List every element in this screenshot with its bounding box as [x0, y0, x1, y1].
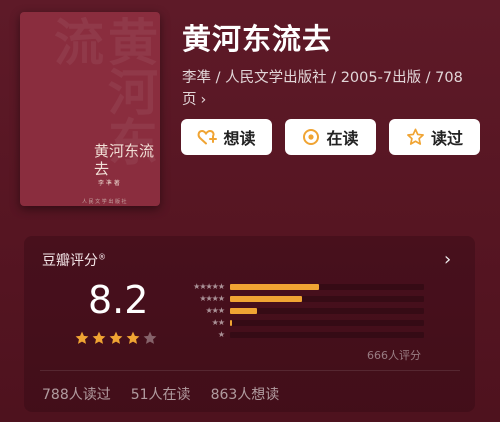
histogram-track — [230, 320, 424, 326]
reading-count[interactable]: 51人在读 — [131, 384, 191, 404]
star-filled-icon — [125, 330, 141, 350]
histogram-bar — [230, 296, 302, 302]
star-empty-icon — [142, 330, 158, 350]
book-title: 黄河东流去 — [182, 22, 333, 56]
book-meta-link[interactable]: 李凖 / 人民文学出版社 / 2005-7出版 / 708页 › — [182, 67, 482, 111]
star-outline-icon — [406, 128, 425, 146]
star-filled-icon — [108, 330, 124, 350]
histogram-track — [230, 308, 424, 314]
rating-label-text: 豆瓣评分 — [42, 253, 98, 269]
cover-author: 李 凖 著 — [98, 180, 120, 187]
book-cover[interactable]: 黄河东流 黄河东流去 李 凖 著 人 民 文 学 出 版 社 — [20, 12, 160, 206]
want-to-read-label: 想读 — [223, 129, 256, 148]
cover-title: 黄河东流去 — [94, 142, 155, 178]
want-to-read-button[interactable]: 想读 — [181, 119, 272, 155]
histogram-bar — [230, 320, 232, 326]
have-read-button[interactable]: 读过 — [389, 119, 480, 155]
cover-publisher: 人 民 文 学 出 版 社 — [82, 199, 127, 205]
book-meta-text: 李凖 / 人民文学出版社 / 2005-7出版 / 708页 — [182, 70, 463, 108]
reading-button[interactable]: 在读 — [285, 119, 376, 155]
histogram-star-label: ★ — [217, 329, 225, 339]
target-icon — [302, 128, 320, 146]
histogram-star-label: ★★ — [211, 317, 225, 327]
rating-stars — [74, 330, 158, 350]
histogram-row: ★ — [174, 329, 424, 339]
raters-count[interactable]: 666人评分 — [367, 347, 421, 363]
want-count[interactable]: 863人想读 — [211, 384, 280, 404]
histogram-row: ★★★ — [174, 305, 424, 315]
reading-label: 在读 — [326, 129, 359, 148]
star-filled-icon — [91, 330, 107, 350]
star-filled-icon — [74, 330, 90, 350]
reader-stats: 788人读过 51人在读 863人想读 — [42, 384, 279, 404]
read-count[interactable]: 788人读过 — [42, 384, 111, 404]
divider — [40, 370, 460, 371]
registered-mark: ® — [98, 252, 106, 262]
histogram-row: ★★ — [174, 317, 424, 327]
histogram-star-label: ★★★ — [205, 305, 225, 315]
heart-plus-icon — [197, 128, 218, 146]
histogram-bar — [230, 284, 319, 290]
rating-label: 豆瓣评分® — [42, 250, 106, 270]
have-read-label: 读过 — [430, 129, 463, 148]
chevron-right-icon[interactable]: › — [444, 249, 451, 270]
rating-score: 8.2 — [88, 278, 149, 322]
histogram-star-label: ★★★★ — [199, 293, 225, 303]
histogram-bar — [230, 308, 257, 314]
histogram-track — [230, 332, 424, 338]
histogram-star-label: ★★★★★ — [193, 281, 225, 291]
histogram-row: ★★★★★ — [174, 281, 424, 291]
histogram-row: ★★★★ — [174, 293, 424, 303]
chevron-right-icon: › — [200, 92, 207, 108]
